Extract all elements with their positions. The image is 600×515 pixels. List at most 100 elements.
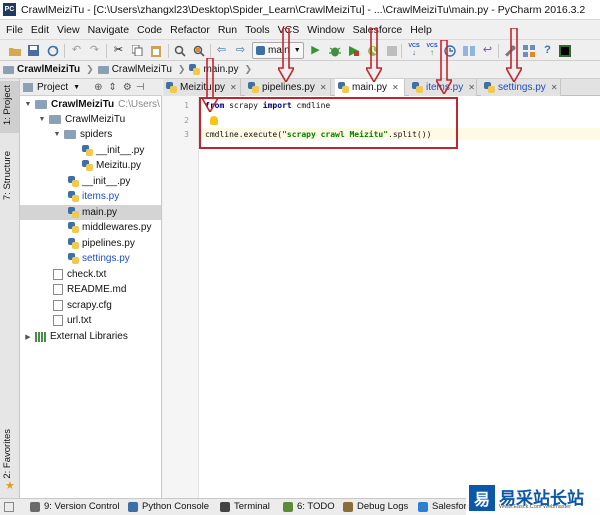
tree-item[interactable]: README.md — [20, 282, 161, 297]
coverage-icon[interactable] — [347, 44, 360, 57]
side-tab-structure[interactable]: 7: Structure — [2, 151, 13, 200]
tree-item[interactable]: settings.py — [20, 251, 161, 266]
project-structure-icon[interactable] — [522, 44, 535, 57]
tree-item[interactable]: __init__.py — [20, 174, 161, 189]
breadcrumb-package[interactable]: CrawlMeiziTu ❯ — [97, 64, 186, 75]
chevron-down-icon: ▼ — [293, 47, 301, 54]
left-tool-window-strip: 1: Project 7: Structure 2: Favorites ★ — [0, 79, 20, 498]
close-icon[interactable]: ✕ — [392, 83, 399, 92]
menu-window[interactable]: Window — [307, 24, 344, 36]
pycharm-logo-icon[interactable] — [558, 44, 571, 57]
folder-icon — [49, 115, 61, 124]
menu-tools[interactable]: Tools — [245, 24, 270, 36]
save-all-icon[interactable] — [27, 44, 40, 57]
tree-item[interactable]: items.py — [20, 189, 161, 204]
debug-icon[interactable] — [328, 44, 341, 57]
tree-item[interactable]: url.txt — [20, 313, 161, 328]
menu-run[interactable]: Run — [218, 24, 237, 36]
chevron-right-icon: ❯ — [244, 64, 253, 74]
tree-item[interactable]: check.txt — [20, 267, 161, 282]
tree-item[interactable]: Meizitu.py — [20, 158, 161, 173]
menu-edit[interactable]: Edit — [31, 24, 49, 36]
sync-scroll-icon[interactable]: ⊕ — [94, 82, 102, 93]
help-icon[interactable]: ? — [541, 44, 554, 57]
watermark-tagline: Www.Easck.Com Webmaster — [499, 504, 572, 510]
tree-item[interactable]: scrapy.cfg — [20, 298, 161, 313]
forward-icon[interactable]: ⇨ — [234, 44, 247, 57]
tool-debug-logs[interactable]: Debug Logs — [343, 501, 408, 512]
project-view-selector[interactable]: Project — [37, 82, 68, 93]
tool-windows-icon[interactable] — [4, 502, 14, 512]
expand-arrow-icon[interactable]: ▼ — [38, 116, 46, 123]
python-file-icon — [68, 222, 79, 233]
editor-gutter: 1 2 3 — [163, 96, 199, 498]
redo-icon[interactable]: ↷ — [88, 44, 101, 57]
menu-refactor[interactable]: Refactor — [170, 24, 210, 36]
tool-python-console[interactable]: Python Console — [128, 501, 209, 512]
python-file-icon — [68, 191, 79, 202]
menu-help[interactable]: Help — [410, 24, 432, 36]
debug-logs-icon — [343, 501, 353, 512]
tree-item[interactable]: __init__.py — [20, 143, 161, 158]
side-tab-favorites[interactable]: 2: Favorites — [2, 429, 13, 479]
replace-icon[interactable] — [192, 44, 205, 57]
python-file-icon — [248, 82, 259, 93]
paste-icon[interactable] — [150, 44, 163, 57]
open-folder-icon[interactable] — [8, 44, 21, 57]
tree-item-selected[interactable]: main.py — [20, 205, 161, 220]
copy-icon[interactable] — [131, 44, 144, 57]
tree-item[interactable]: middlewares.py — [20, 220, 161, 235]
menu-code[interactable]: Code — [137, 24, 162, 36]
chevron-right-icon: ❯ — [177, 64, 186, 74]
watermark: 易 易采站长站 Www.Easck.Com Webmaster — [466, 483, 600, 515]
collapse-arrow-icon[interactable]: ▶ — [24, 333, 32, 341]
expand-arrow-icon[interactable]: ▼ — [53, 131, 61, 138]
project-panel-header: Project ▼ ⊕ ⇕ ⚙ ⊣ — [20, 79, 162, 96]
close-icon[interactable]: ✕ — [320, 83, 327, 92]
close-icon[interactable]: ✕ — [468, 83, 475, 92]
expand-arrow-icon[interactable]: ▼ — [24, 101, 32, 108]
find-icon[interactable] — [173, 44, 186, 57]
python-file-icon — [68, 253, 79, 264]
tree-item[interactable]: pipelines.py — [20, 236, 161, 251]
hide-panel-icon[interactable]: ⊣ — [136, 82, 145, 93]
breadcrumb-project[interactable]: CrawlMeiziTu ❯ — [3, 64, 94, 75]
revert-icon[interactable]: ↩ — [481, 44, 494, 57]
cut-icon[interactable]: ✂ — [112, 44, 125, 57]
tree-item[interactable]: ▼ spiders — [20, 127, 161, 142]
diff-icon[interactable] — [462, 44, 475, 57]
breadcrumb-file[interactable]: main.py ❯ — [189, 64, 252, 75]
chevron-down-icon[interactable]: ▼ — [73, 84, 80, 91]
project-view-icon — [23, 82, 33, 92]
side-tab-project[interactable]: 1: Project — [2, 85, 13, 125]
python-file-icon — [68, 238, 79, 249]
python-file-icon — [484, 82, 495, 93]
tree-item[interactable]: ▶ External Libraries — [20, 329, 161, 344]
gear-icon[interactable]: ⚙ — [123, 82, 132, 93]
back-icon[interactable]: ⇦ — [215, 44, 228, 57]
python-file-icon — [166, 82, 177, 93]
close-icon[interactable]: ✕ — [551, 83, 558, 92]
run-icon[interactable]: ▶ — [309, 44, 322, 57]
tool-version-control[interactable]: 9: Version Control — [30, 501, 120, 512]
watermark-logo: 易 — [469, 485, 495, 511]
tool-todo[interactable]: 6: TODO — [283, 501, 335, 512]
folder-icon — [35, 100, 47, 109]
vcs-update-icon[interactable]: VCS ↓ — [405, 43, 423, 57]
menu-view[interactable]: View — [57, 24, 80, 36]
tool-terminal[interactable]: Terminal — [220, 501, 270, 512]
annotation-highlight-box — [199, 97, 458, 149]
menu-navigate[interactable]: Navigate — [88, 24, 129, 36]
undo-icon[interactable]: ↶ — [70, 44, 83, 57]
close-icon[interactable]: ✕ — [230, 83, 237, 92]
menu-file[interactable]: File — [6, 24, 23, 36]
sync-icon[interactable] — [46, 44, 59, 57]
tree-item[interactable]: ▼ CrawlMeiziTu — [20, 112, 161, 127]
collapse-all-icon[interactable]: ⇕ — [108, 82, 116, 93]
markdown-file-icon — [53, 284, 63, 295]
line-number: 2 — [184, 116, 189, 125]
tree-item[interactable]: ▼ CrawlMeiziTu C:\Users\ — [20, 97, 161, 112]
python-file-icon — [82, 160, 93, 171]
stop-icon[interactable] — [385, 44, 398, 57]
code-editor[interactable]: 1 2 3 from scrapy import cmdline cmdline… — [163, 96, 600, 498]
